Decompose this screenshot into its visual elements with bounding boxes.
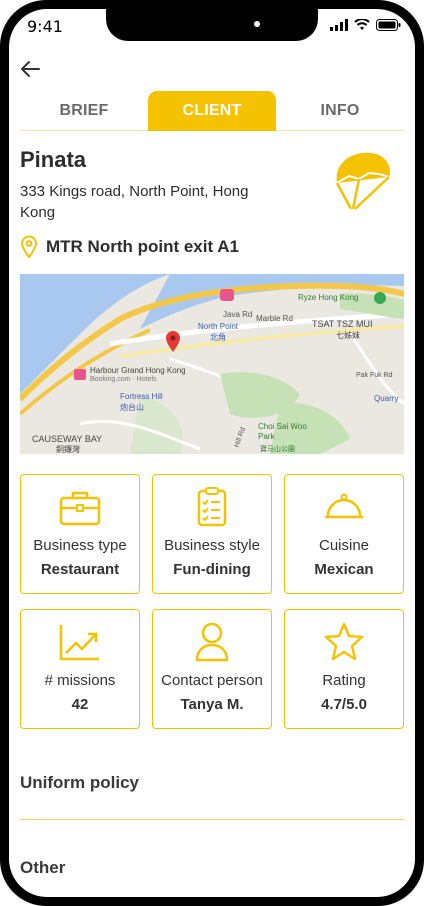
detail-card-missions: # missions 42 — [20, 609, 140, 729]
briefcase-icon — [59, 491, 101, 526]
map-label: Fortress Hill — [120, 392, 163, 401]
detail-card-business-type: Business type Restaurant — [20, 474, 140, 594]
map-label: Java Rd — [223, 310, 253, 319]
map-label: Marble Rd — [256, 314, 293, 323]
wifi-icon — [354, 19, 370, 30]
detail-card-contact-person: Contact person Tanya M. — [152, 609, 272, 729]
screen: 9:41 BRIEF CLIENT INFO Pinata 333 Kings … — [9, 9, 415, 897]
phone-frame: 9:41 BRIEF CLIENT INFO Pinata 333 Kings … — [0, 0, 424, 906]
other-section[interactable]: Other — [20, 858, 404, 878]
battery-icon — [376, 19, 401, 31]
tab-info[interactable]: INFO — [276, 91, 404, 131]
camera-dot — [254, 21, 260, 27]
detail-label: Cuisine — [318, 537, 370, 554]
map-label: Booking.com · Hotels — [90, 376, 157, 383]
location-pin-icon — [20, 235, 38, 259]
mtr-location: MTR North point exit A1 — [20, 235, 239, 259]
detail-label: Business style — [164, 537, 260, 554]
signal-icon — [330, 19, 348, 31]
map-label: Ryze Hong Kong — [298, 293, 359, 302]
status-icons — [330, 19, 401, 31]
map-label: Choi Sai Woo Park — [258, 422, 307, 441]
detail-card-business-style: Business style Fun-dining — [152, 474, 272, 594]
map-label: 銅鑼灣 — [56, 445, 80, 454]
detail-value: Restaurant — [40, 561, 120, 578]
tab-client[interactable]: CLIENT — [148, 91, 276, 131]
status-time: 9:41 — [27, 17, 63, 36]
client-name: Pinata — [20, 147, 87, 172]
detail-value: 42 — [71, 696, 89, 713]
tab-bar: BRIEF CLIENT INFO — [20, 91, 404, 131]
map-label: 炮台山 — [120, 403, 144, 412]
detail-value: Tanya M. — [180, 696, 244, 713]
location-map[interactable]: Java Rd Marble Rd North Point 北角 Ryze Ho… — [20, 274, 404, 454]
map-label: 北角 — [210, 333, 226, 342]
back-arrow-icon[interactable] — [19, 57, 43, 81]
parachute-logo-icon — [335, 152, 390, 210]
cloche-icon — [325, 493, 363, 519]
map-label: Pak Fuk Rd — [356, 372, 393, 379]
trend-up-icon — [59, 625, 99, 661]
detail-value: Mexican — [314, 561, 374, 578]
detail-value: Fun-dining — [173, 561, 251, 578]
map-label: TSAT TSZ MUI — [312, 319, 373, 329]
clipboard-checklist-icon — [197, 487, 227, 527]
map-label: 寶马山公園 — [260, 446, 295, 453]
detail-value: 4.7/5.0 — [321, 696, 367, 713]
tab-brief[interactable]: BRIEF — [20, 91, 148, 131]
notch — [106, 9, 318, 41]
map-label: North Point — [198, 322, 239, 331]
detail-label: Contact person — [161, 672, 263, 689]
map-label: CAUSEWAY BAY — [32, 434, 103, 444]
map-label: Harbour Grand Hong Kong — [90, 366, 186, 375]
map-label: 七姊妹 — [336, 331, 360, 340]
section-divider — [20, 819, 404, 820]
detail-label: Rating — [322, 672, 366, 689]
mtr-label: MTR North point exit A1 — [46, 237, 239, 256]
detail-label: Business type — [33, 537, 127, 554]
person-icon — [195, 622, 229, 662]
star-icon — [324, 622, 364, 661]
detail-card-rating: Rating 4.7/5.0 — [284, 609, 404, 729]
client-address: 333 Kings road, North Point, Hong Kong — [20, 183, 249, 221]
detail-label: # missions — [44, 672, 116, 689]
detail-card-cuisine: Cuisine Mexican — [284, 474, 404, 594]
map-label: Quarry — [374, 394, 399, 403]
uniform-policy-section[interactable]: Uniform policy — [20, 773, 404, 793]
